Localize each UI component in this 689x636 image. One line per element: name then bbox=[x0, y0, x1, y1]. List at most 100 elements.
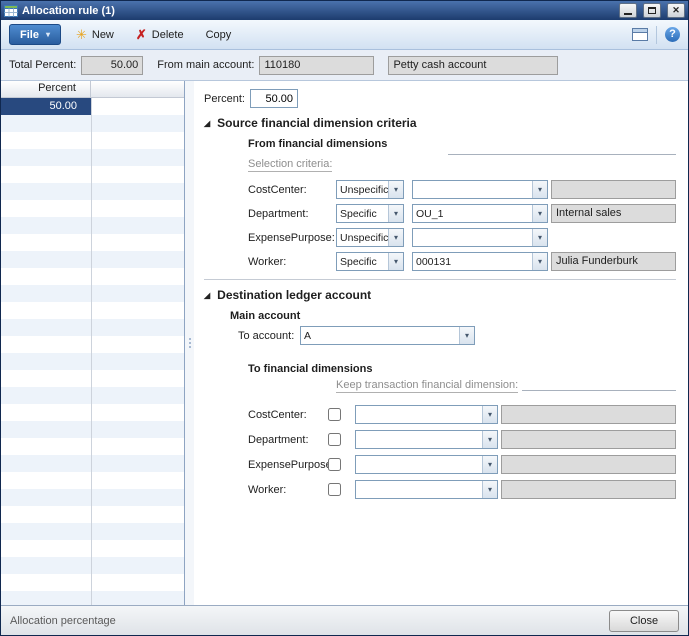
to-account-row: To account: A ▾ bbox=[204, 326, 676, 345]
new-button[interactable]: ✳ New bbox=[69, 26, 121, 44]
dropdown-arrow-icon[interactable]: ▾ bbox=[482, 431, 497, 448]
costcenter-label: CostCenter: bbox=[248, 184, 336, 196]
expensepurpose-value-select[interactable]: ▾ bbox=[412, 228, 548, 247]
from-main-account-field: 110180 bbox=[259, 56, 374, 75]
dest-row-department: Department: ▾ bbox=[248, 430, 676, 449]
delete-button[interactable]: ✗ Delete bbox=[129, 26, 191, 44]
dropdown-arrow-icon[interactable]: ▾ bbox=[532, 205, 547, 222]
dest-row-costcenter: CostCenter: ▾ bbox=[248, 405, 676, 424]
empty-column-header bbox=[91, 81, 184, 97]
worker-value-select[interactable]: 000131 ▾ bbox=[412, 252, 548, 271]
copy-button-label: Copy bbox=[206, 29, 232, 41]
expensepurpose-to-display-field bbox=[501, 455, 676, 474]
percent-label: Percent: bbox=[204, 93, 250, 105]
dropdown-arrow-icon[interactable]: ▾ bbox=[388, 253, 403, 270]
worker-keep-checkbox[interactable] bbox=[328, 483, 341, 496]
worker-criteria-select[interactable]: Specific ▾ bbox=[336, 252, 404, 271]
department-value-select[interactable]: OU_1 ▾ bbox=[412, 204, 548, 223]
help-icon[interactable]: ? bbox=[665, 27, 680, 42]
keep-transaction-field-line bbox=[522, 381, 676, 391]
maximize-icon bbox=[648, 7, 656, 14]
department-to-select[interactable]: ▾ bbox=[355, 430, 498, 449]
source-row-department: Department: Specific ▾ OU_1 ▾ Internal s… bbox=[248, 204, 676, 223]
costcenter-to-label: CostCenter: bbox=[248, 409, 328, 421]
costcenter-keep-checkbox[interactable] bbox=[328, 408, 341, 421]
titlebar[interactable]: Allocation rule (1) ✕ bbox=[1, 1, 688, 20]
total-percent-field: 50.00 bbox=[81, 56, 143, 75]
dropdown-arrow-icon[interactable]: ▾ bbox=[532, 181, 547, 198]
selection-criteria-label: Selection criteria: bbox=[248, 158, 332, 172]
collapse-triangle-icon: ◢ bbox=[204, 291, 210, 300]
dropdown-arrow-icon[interactable]: ▾ bbox=[532, 253, 547, 270]
grid-row-selected[interactable]: 50.00 bbox=[1, 98, 184, 115]
section-destination-header[interactable]: ◢ Destination ledger account bbox=[204, 288, 676, 302]
allocation-rule-window: Allocation rule (1) ✕ File ▾ ✳ New ✗ Del… bbox=[0, 0, 689, 636]
dropdown-arrow-icon[interactable]: ▾ bbox=[388, 229, 403, 246]
dropdown-arrow-icon[interactable]: ▾ bbox=[482, 481, 497, 498]
chevron-down-icon: ▾ bbox=[46, 30, 50, 39]
close-icon: ✕ bbox=[672, 4, 680, 17]
section-destination-title: Destination ledger account bbox=[217, 288, 371, 302]
selection-criteria-field-line bbox=[448, 154, 676, 155]
department-keep-checkbox[interactable] bbox=[328, 433, 341, 446]
department-to-display-field bbox=[501, 430, 676, 449]
keep-transaction-label: Keep transaction financial dimension: bbox=[336, 379, 518, 393]
dropdown-arrow-icon[interactable]: ▾ bbox=[388, 205, 403, 222]
percent-field-row: Percent: bbox=[204, 89, 676, 108]
percent-input[interactable] bbox=[250, 89, 298, 108]
window-title: Allocation rule (1) bbox=[22, 5, 613, 17]
window-layout-icon[interactable] bbox=[632, 28, 648, 41]
dropdown-arrow-icon[interactable]: ▾ bbox=[459, 327, 474, 344]
worker-value: 000131 bbox=[413, 256, 532, 268]
to-account-select[interactable]: A ▾ bbox=[300, 326, 475, 345]
worker-criteria-value: Specific bbox=[337, 256, 388, 268]
minimize-button[interactable] bbox=[619, 3, 637, 18]
file-menu-button[interactable]: File ▾ bbox=[9, 24, 61, 45]
department-value: OU_1 bbox=[413, 208, 532, 220]
copy-button[interactable]: Copy bbox=[199, 26, 239, 44]
source-row-costcenter: CostCenter: Unspecific ▾ ▾ bbox=[248, 180, 676, 199]
expensepurpose-criteria-select[interactable]: Unspecific ▾ bbox=[336, 228, 404, 247]
statusbar: Allocation percentage Close bbox=[1, 605, 688, 635]
costcenter-to-select[interactable]: ▾ bbox=[355, 405, 498, 424]
department-criteria-select[interactable]: Specific ▾ bbox=[336, 204, 404, 223]
toolbar: File ▾ ✳ New ✗ Delete Copy ? bbox=[1, 20, 688, 50]
close-window-button[interactable]: ✕ bbox=[667, 3, 685, 18]
from-dimensions-label: From financial dimensions bbox=[248, 138, 676, 150]
dropdown-arrow-icon[interactable]: ▾ bbox=[482, 406, 497, 423]
main-account-name-field: Petty cash account bbox=[388, 56, 558, 75]
total-percent-label: Total Percent: bbox=[9, 59, 76, 71]
destination-section-content: To financial dimensions Keep transaction… bbox=[204, 363, 676, 499]
expensepurpose-to-select[interactable]: ▾ bbox=[355, 455, 498, 474]
grid-empty-rows bbox=[1, 115, 184, 605]
new-button-label: New bbox=[92, 29, 114, 41]
expensepurpose-label: ExpensePurpose: bbox=[248, 232, 336, 244]
costcenter-criteria-value: Unspecific bbox=[337, 184, 388, 196]
dropdown-arrow-icon[interactable]: ▾ bbox=[482, 456, 497, 473]
delete-button-label: Delete bbox=[152, 29, 184, 41]
department-criteria-value: Specific bbox=[337, 208, 388, 220]
delete-icon: ✗ bbox=[136, 29, 147, 40]
panel-splitter[interactable] bbox=[185, 81, 194, 605]
keep-transaction-row: Keep transaction financial dimension: bbox=[336, 379, 676, 393]
close-button[interactable]: Close bbox=[609, 610, 679, 632]
worker-to-label: Worker: bbox=[248, 484, 328, 496]
to-account-value: A bbox=[301, 330, 459, 342]
dest-row-expensepurpose: ExpensePurpose: ▾ bbox=[248, 455, 676, 474]
status-text: Allocation percentage bbox=[10, 615, 116, 627]
section-source-header[interactable]: ◢ Source financial dimension criteria bbox=[204, 116, 676, 130]
dropdown-arrow-icon[interactable]: ▾ bbox=[532, 229, 547, 246]
expensepurpose-keep-checkbox[interactable] bbox=[328, 458, 341, 471]
costcenter-display-field bbox=[551, 180, 676, 199]
dropdown-arrow-icon[interactable]: ▾ bbox=[388, 181, 403, 198]
worker-display-field: Julia Funderburk bbox=[551, 252, 676, 271]
maximize-button[interactable] bbox=[643, 3, 661, 18]
costcenter-value-select[interactable]: ▾ bbox=[412, 180, 548, 199]
percent-column-header[interactable]: Percent bbox=[1, 81, 91, 97]
worker-to-select[interactable]: ▾ bbox=[355, 480, 498, 499]
to-account-label: To account: bbox=[238, 330, 300, 342]
main-area: Percent 50.00 Percent: bbox=[1, 81, 688, 605]
selection-criteria-row: Selection criteria: bbox=[248, 158, 676, 170]
department-label: Department: bbox=[248, 208, 336, 220]
costcenter-criteria-select[interactable]: Unspecific ▾ bbox=[336, 180, 404, 199]
